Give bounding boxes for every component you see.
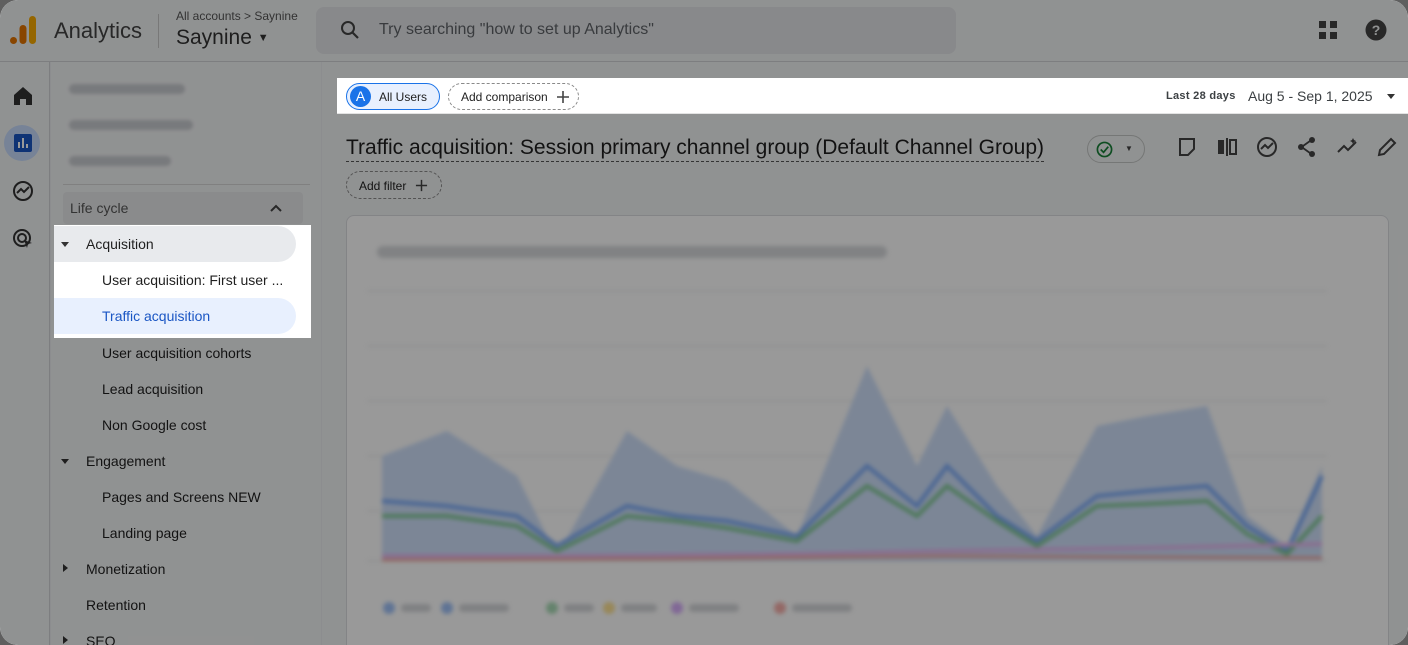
plus-icon bbox=[415, 179, 428, 192]
property-dropdown-icon: ▼ bbox=[257, 32, 269, 44]
segment-badge: A bbox=[350, 86, 371, 107]
nav-placeholder-item bbox=[69, 120, 193, 130]
nav-item-user-acquisition[interactable]: User acquisition: First user ... bbox=[102, 272, 283, 288]
date-range-label: Last 28 days bbox=[1166, 90, 1236, 102]
advertising-icon[interactable] bbox=[11, 227, 35, 251]
nav-item-seo[interactable]: SEO bbox=[86, 633, 116, 645]
nav-item-pages-and-screens[interactable]: Pages and Screens NEW bbox=[102, 489, 261, 505]
search-bar[interactable]: Try searching "how to set up Analytics" bbox=[316, 7, 956, 54]
plus-icon bbox=[557, 91, 569, 103]
analytics-window: Analytics All accounts > Saynine Saynine… bbox=[0, 0, 1408, 645]
chart-legend bbox=[383, 602, 852, 614]
edit-pencil-icon[interactable] bbox=[1376, 136, 1398, 158]
expand-down-icon bbox=[61, 242, 69, 247]
reports-icon[interactable] bbox=[11, 131, 35, 155]
trend-sparkle-icon[interactable] bbox=[1336, 136, 1358, 158]
explore-icon[interactable] bbox=[11, 179, 35, 203]
top-bar: Analytics All accounts > Saynine Saynine… bbox=[0, 0, 1408, 62]
help-icon[interactable]: ? bbox=[1365, 19, 1387, 41]
nav-placeholder-item bbox=[69, 156, 171, 166]
home-icon[interactable] bbox=[11, 84, 35, 108]
nav-item-engagement[interactable]: Engagement bbox=[86, 453, 165, 469]
analytics-logo-icon bbox=[10, 16, 36, 44]
sessions-line-chart bbox=[367, 290, 1327, 614]
nav-item-traffic-acquisition[interactable]: Traffic acquisition bbox=[102, 308, 210, 324]
dropdown-icon: ▼ bbox=[1125, 144, 1133, 153]
header-divider bbox=[158, 14, 159, 48]
chart-card bbox=[346, 215, 1389, 645]
lifecycle-section-header[interactable]: Life cycle bbox=[63, 192, 303, 224]
search-placeholder: Try searching "how to set up Analytics" bbox=[379, 21, 654, 38]
report-navigation: Life cycle User acquisition cohorts Lead… bbox=[51, 62, 321, 645]
app-name: Analytics bbox=[54, 18, 143, 43]
left-rail bbox=[0, 62, 50, 645]
note-icon[interactable] bbox=[1176, 136, 1198, 158]
segment-label: All Users bbox=[379, 90, 428, 104]
section-label: Life cycle bbox=[70, 200, 129, 216]
svg-text:?: ? bbox=[1372, 22, 1381, 38]
account-breadcrumb[interactable]: All accounts > Saynine bbox=[176, 9, 298, 23]
nav-item-landing-page[interactable]: Landing page bbox=[102, 525, 187, 541]
apps-grid-icon[interactable] bbox=[1318, 20, 1338, 40]
add-filter-label: Add filter bbox=[359, 179, 407, 193]
nav-item-retention[interactable]: Retention bbox=[86, 597, 146, 613]
report-status-chip[interactable]: ▼ bbox=[1087, 135, 1145, 163]
nav-item-user-acquisition-cohorts[interactable]: User acquisition cohorts bbox=[102, 345, 251, 361]
compare-icon[interactable] bbox=[1216, 136, 1238, 158]
search-icon bbox=[341, 21, 359, 39]
nav-item-monetization[interactable]: Monetization bbox=[86, 561, 165, 577]
add-comparison-label: Add comparison bbox=[461, 90, 548, 104]
check-circle-icon bbox=[1096, 141, 1113, 158]
add-filter-button[interactable]: Add filter bbox=[346, 171, 442, 199]
nav-item-acquisition[interactable]: Acquisition bbox=[86, 236, 154, 252]
nav-item-lead-acquisition[interactable]: Lead acquisition bbox=[102, 381, 203, 397]
acquisition-nav-group: Acquisition User acquisition: First user… bbox=[54, 225, 311, 338]
date-range-dropdown-icon[interactable] bbox=[1387, 94, 1395, 99]
segment-chip-all-users[interactable]: A All Users bbox=[346, 83, 440, 110]
expand-down-icon bbox=[61, 459, 69, 464]
comparison-bar: A All Users Add comparison Last 28 days … bbox=[337, 78, 1408, 114]
main-content: Traffic acquisition: Session primary cha… bbox=[322, 62, 1408, 645]
nav-item-non-google-cost[interactable]: Non Google cost bbox=[102, 417, 206, 433]
report-title[interactable]: Traffic acquisition: Session primary cha… bbox=[346, 135, 1045, 162]
add-comparison-button[interactable]: Add comparison bbox=[448, 83, 579, 110]
insights-icon[interactable] bbox=[1256, 136, 1278, 158]
chevron-up-icon bbox=[270, 204, 282, 212]
property-selector[interactable]: Saynine ▼ bbox=[176, 26, 269, 50]
date-range-value[interactable]: Aug 5 - Sep 1, 2025 bbox=[1248, 88, 1373, 104]
nav-divider bbox=[63, 184, 310, 185]
property-name: Saynine bbox=[176, 26, 252, 49]
share-icon[interactable] bbox=[1296, 136, 1318, 158]
expand-right-icon bbox=[63, 636, 68, 644]
expand-right-icon bbox=[63, 564, 68, 572]
nav-placeholder-item bbox=[69, 84, 185, 94]
